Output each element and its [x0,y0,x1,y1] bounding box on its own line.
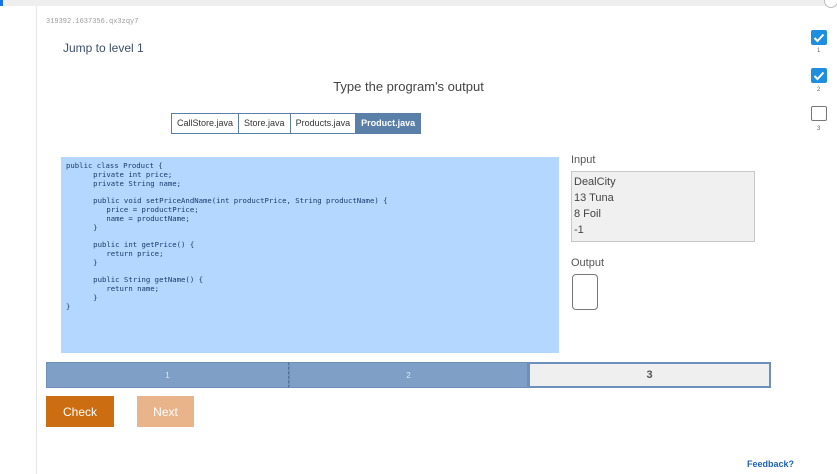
code-line: } [66,301,71,311]
code-line: } [80,222,98,232]
code-panel: public class Product { private int price… [61,157,559,353]
progress-step-number: 3 [817,126,821,132]
left-divider [36,6,37,474]
progress-step-number: 1 [817,48,821,54]
top-border [0,0,837,6]
code-line: return name; [80,284,160,294]
corner-circle-icon[interactable] [824,0,837,8]
code-line: } [80,257,98,267]
tab-product[interactable]: Product.java [355,113,422,134]
progress-step-number: 2 [817,87,821,93]
tab-callstore[interactable]: CallStore.java [171,113,240,134]
progress-check-1-icon [811,30,827,45]
level-2-segment[interactable]: 2 [289,362,528,388]
feedback-link[interactable]: Feedback? [747,459,794,469]
input-line: 8 Foil [574,208,601,220]
code-line: private String name; [80,178,182,188]
jump-to-level-link[interactable]: Jump to level 1 [63,41,144,55]
file-tabs: CallStore.java Store.java Products.java … [171,113,422,134]
prompt-title: Type the program's output [333,79,484,94]
level-1-segment[interactable]: 1 [46,362,289,388]
output-answer-field[interactable] [572,274,598,310]
activity-id: 319392.1637356.qx3zqy7 [46,18,139,26]
next-button[interactable]: Next [137,396,194,427]
input-line: -1 [574,224,584,236]
check-button[interactable]: Check [46,396,114,427]
progress-check-2-icon [811,68,827,83]
code-line: name = productName; [80,213,190,223]
level-bar: 1 2 3 [46,362,771,388]
progress-empty-3-icon [811,106,827,121]
code-line: return price; [80,248,164,258]
tab-products[interactable]: Products.java [289,113,357,134]
output-label: Output [571,257,605,269]
code-line: } [80,292,98,302]
tab-store[interactable]: Store.java [238,113,291,134]
code-listing: public class Product { private int price… [61,157,559,312]
input-label: Input [571,154,596,166]
level-3-segment[interactable]: 3 [528,362,771,388]
input-line: DealCity [574,176,616,188]
input-line: 13 Tuna [574,192,614,204]
input-box: DealCity 13 Tuna 8 Foil -1 [571,171,755,242]
